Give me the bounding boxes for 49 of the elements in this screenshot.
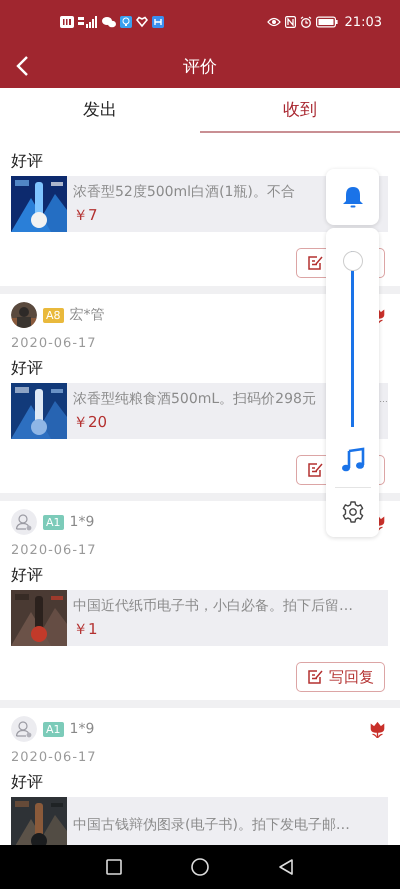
battery-icon <box>316 16 338 28</box>
edit-icon <box>307 462 323 478</box>
ellipsis-text: … <box>379 394 388 404</box>
home-icon[interactable] <box>191 858 209 876</box>
avatar <box>11 302 37 328</box>
product-title: 中国古钱辩伪图录(电子书)。拍下发电子邮… <box>73 816 350 834</box>
clock-time: 21:03 <box>344 14 382 30</box>
volume-slider[interactable] <box>342 251 362 427</box>
product-title: 中国近代纸币电子书，小白必备。拍下后留… <box>73 597 353 615</box>
level-badge: A8 <box>43 308 64 322</box>
app-icon <box>152 16 164 28</box>
review-date: 2020-06-17 <box>11 335 98 353</box>
product-price: ￥7 <box>73 206 99 225</box>
page-title: 评价 <box>183 56 217 78</box>
heart-icon <box>136 16 148 28</box>
chat-icon <box>102 16 116 28</box>
avatar <box>11 716 37 742</box>
product-card[interactable]: 中国古钱辩伪图录(电子书)。拍下发电子邮… <box>11 797 388 845</box>
review-date: 2020-06-17 <box>11 542 98 560</box>
level-badge: A1 <box>43 514 64 530</box>
edit-icon <box>307 669 323 685</box>
product-price: ￥1 <box>73 620 99 639</box>
product-card[interactable]: 中国近代纸币电子书，小白必备。拍下后留… ￥1 <box>11 590 388 646</box>
product-title: 浓香型52度500ml白酒(1瓶)。不合 <box>73 183 295 201</box>
alarm-icon <box>300 16 312 28</box>
product-title: 浓香型纯粮食酒500mL。扫码价298元 <box>73 390 316 408</box>
bulb-icon <box>120 16 132 28</box>
avatar <box>11 509 37 535</box>
eye-icon <box>266 16 281 28</box>
level-badge: A1 <box>43 722 64 736</box>
recents-icon[interactable] <box>105 858 123 876</box>
product-price: ￥20 <box>73 413 108 432</box>
back-nav-icon[interactable] <box>277 858 295 876</box>
music-note-icon[interactable] <box>340 447 366 473</box>
review-rating: 好评 <box>11 565 44 585</box>
review-rating: 好评 <box>11 151 44 171</box>
settings-icon[interactable] <box>340 500 364 524</box>
user-name: 1*9 <box>70 514 96 530</box>
review-date: 2020-06-17 <box>11 749 98 767</box>
review-rating: 好评 <box>11 358 44 378</box>
edit-icon <box>307 255 323 271</box>
user-name: 宏*管 <box>70 306 106 324</box>
tab[interactable]: 发出 <box>0 88 200 133</box>
notification-menu[interactable] <box>326 169 379 225</box>
review-rating: 好评 <box>11 772 44 792</box>
signal-icon <box>78 16 98 28</box>
user-name: 1*9 <box>70 721 96 737</box>
reply-button[interactable]: 写回复 <box>296 662 385 692</box>
nfc-icon <box>284 16 296 28</box>
